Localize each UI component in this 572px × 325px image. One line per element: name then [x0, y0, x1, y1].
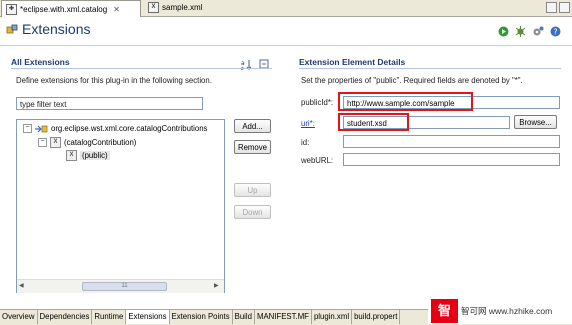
uri-link[interactable]: uri*:: [301, 119, 315, 128]
settings-icon[interactable]: [532, 26, 544, 37]
tab-build[interactable]: Build: [232, 310, 255, 324]
element-icon: X: [50, 137, 61, 148]
details-title: Extension Element Details: [299, 57, 406, 67]
extension-point-icon: [35, 125, 48, 132]
editor-tab-label: *eclipse.with.xml.catalog: [20, 4, 108, 14]
tree-node-public[interactable]: X (public): [66, 150, 110, 161]
tree-node-catalog-contribution[interactable]: − X (catalogContribution): [38, 137, 136, 148]
tab-extensions[interactable]: Extensions: [126, 310, 170, 324]
tab-extension-points[interactable]: Extension Points: [169, 310, 233, 324]
svg-text:?: ?: [553, 28, 557, 37]
weburl-input[interactable]: [343, 153, 560, 166]
scroll-right-icon[interactable]: ▶: [214, 282, 221, 290]
details-description: Set the properties of "public". Required…: [301, 76, 523, 85]
debug-icon[interactable]: [515, 26, 526, 37]
all-extensions-description: Define extensions for this plug-in in th…: [16, 76, 212, 85]
weburl-label: webURL:: [301, 156, 334, 165]
tab-plugin-xml[interactable]: plugin.xml: [311, 310, 353, 324]
down-button[interactable]: Down: [234, 205, 271, 219]
public-id-highlight: [338, 92, 473, 111]
scroll-thumb[interactable]: 11: [82, 282, 167, 291]
help-icon[interactable]: ?: [550, 26, 561, 37]
tab-overview[interactable]: Overview: [0, 310, 38, 324]
add-button[interactable]: Add...: [234, 119, 271, 133]
maximize-icon[interactable]: [559, 2, 570, 13]
page-title: Extensions: [22, 21, 91, 37]
watermark-logo: 智: [431, 299, 458, 323]
id-label: id:: [301, 138, 310, 147]
tree-node-catalog-contributions[interactable]: − org.eclipse.wst.xml.core.catalogContri…: [23, 124, 207, 133]
tab-runtime[interactable]: Runtime: [92, 310, 127, 324]
editor-tab-label: sample.xml: [162, 3, 203, 12]
element-icon: X: [66, 150, 77, 161]
tree-node-label: org.eclipse.wst.xml.core.catalogContribu…: [51, 124, 208, 133]
all-extensions-divider: [11, 68, 272, 69]
collapse-icon[interactable]: −: [23, 124, 32, 133]
horizontal-scrollbar[interactable]: ◀ 11 ▶: [17, 279, 224, 293]
tab-dependencies[interactable]: Dependencies: [37, 310, 93, 324]
filter-input[interactable]: type filter text: [16, 97, 203, 110]
all-extensions-title: All Extensions: [11, 57, 70, 67]
scroll-left-icon[interactable]: ◀: [19, 282, 26, 290]
tree-node-label: (public): [80, 151, 110, 160]
close-icon[interactable]: ✕: [113, 5, 120, 14]
tab-manifest[interactable]: MANIFEST.MF: [254, 310, 312, 324]
public-id-label: publicId*:: [301, 98, 334, 107]
up-button[interactable]: Up: [234, 183, 271, 197]
collapse-icon[interactable]: −: [38, 138, 47, 147]
extensions-icon: [6, 24, 18, 34]
browse-button[interactable]: Browse...: [514, 115, 557, 129]
xml-file-icon: X: [148, 2, 159, 13]
minimize-icon[interactable]: [546, 2, 557, 13]
editor-tab-catalog[interactable]: ✚ *eclipse.with.xml.catalog ✕: [1, 0, 141, 17]
tab-build-properties[interactable]: build.propert: [352, 310, 401, 324]
uri-highlight: [338, 113, 409, 131]
details-divider: [299, 68, 561, 69]
editor-tab-sample-xml[interactable]: X sample.xml: [144, 0, 214, 15]
watermark: 智 智可网 www.hzhike.com: [428, 298, 572, 324]
header-separator: [0, 45, 572, 46]
id-input[interactable]: [343, 135, 560, 148]
run-icon[interactable]: [498, 26, 509, 37]
tree-node-label: (catalogContribution): [64, 138, 137, 147]
plugin-file-icon: ✚: [6, 3, 17, 15]
watermark-text: 智可网 www.hzhike.com: [461, 306, 553, 316]
remove-button[interactable]: Remove: [234, 140, 271, 154]
